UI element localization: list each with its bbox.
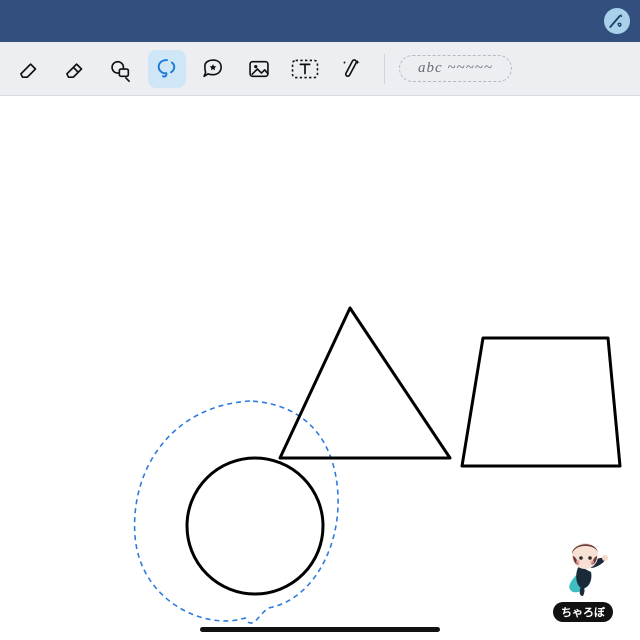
trapezoid-shape[interactable]: [462, 338, 620, 466]
lasso-selection: [135, 401, 339, 623]
magic-wand-icon: [338, 56, 364, 82]
image-tool[interactable]: [240, 50, 278, 88]
text-entry-field[interactable]: abc ~~~~~: [399, 55, 512, 82]
avatar-label: ちゃろぼ: [553, 602, 613, 622]
pen-curl-icon: [608, 12, 626, 30]
image-icon: [246, 56, 272, 82]
eraser-icon: [16, 56, 42, 82]
sticker-icon: [200, 56, 226, 82]
circle-shape[interactable]: [187, 458, 323, 594]
eraser-tool[interactable]: [10, 50, 48, 88]
eraser-alt-tool[interactable]: [56, 50, 94, 88]
toolbar-divider: [384, 54, 385, 84]
shape-picker-tool[interactable]: [102, 50, 140, 88]
avatar-watermark: ちゃろぼ: [544, 536, 622, 622]
eraser-alt-icon: [62, 56, 88, 82]
shape-picker-icon: [108, 56, 134, 82]
magic-wand-tool[interactable]: [332, 50, 370, 88]
sticker-tool[interactable]: [194, 50, 232, 88]
triangle-shape[interactable]: [280, 308, 450, 458]
home-indicator[interactable]: [200, 627, 440, 632]
lasso-tool[interactable]: [148, 50, 186, 88]
text-box-icon: [291, 58, 319, 80]
title-bar: [0, 0, 640, 42]
toolbar: abc ~~~~~: [0, 42, 640, 96]
drawing-canvas[interactable]: ちゃろぼ: [0, 96, 640, 640]
text-tool[interactable]: [286, 50, 324, 88]
pen-mode-button[interactable]: [604, 8, 630, 34]
lasso-icon: [154, 56, 180, 82]
avatar-figure: [551, 536, 615, 600]
